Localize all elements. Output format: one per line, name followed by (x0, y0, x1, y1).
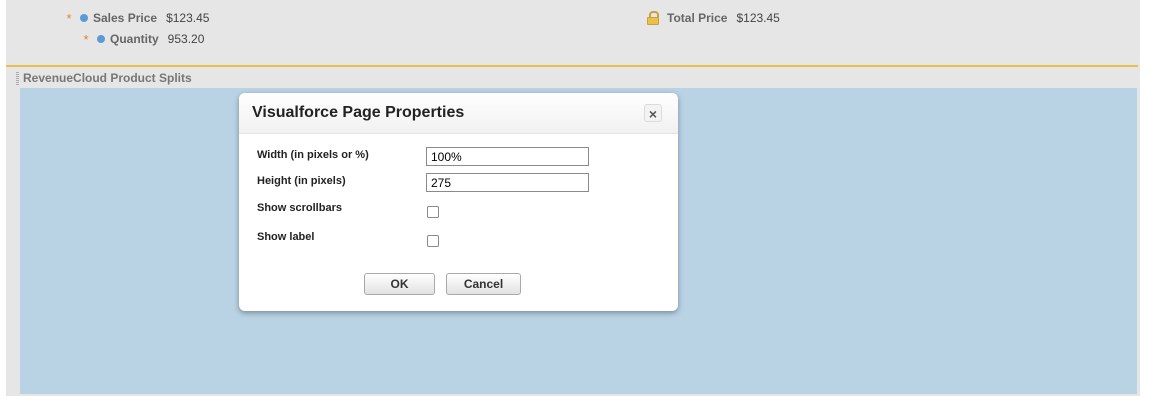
dialog-header[interactable]: Visualforce Page Properties × (239, 93, 678, 134)
close-icon[interactable]: × (644, 104, 662, 122)
field-value: $123.45 (736, 11, 780, 25)
drag-handle-icon[interactable] (16, 71, 19, 85)
field-value: 953.20 (167, 32, 205, 46)
width-label: Width (in pixels or %) (257, 149, 369, 161)
field-dot-icon (97, 35, 105, 43)
field-quantity[interactable]: * Quantity 953.20 (79, 30, 204, 48)
section-divider (6, 65, 1138, 67)
show-label-label: Show label (257, 231, 315, 243)
show-scrollbars-checkbox[interactable] (427, 206, 439, 218)
height-label: Height (in pixels) (257, 175, 346, 187)
lock-icon (646, 11, 660, 25)
field-label: Total Price (667, 11, 728, 25)
field-value: $123.45 (166, 11, 210, 25)
width-input[interactable] (426, 147, 589, 166)
page-layout-editor: * Sales Price $123.45 * Quantity 953.20 … (0, 0, 1154, 407)
ok-button[interactable]: OK (364, 273, 435, 295)
required-asterisk-icon: * (66, 10, 72, 26)
cancel-button[interactable]: Cancel (446, 273, 521, 295)
field-dot-icon (80, 14, 88, 22)
field-label: Quantity (110, 32, 159, 46)
field-total-price[interactable]: Total Price $123.45 (646, 9, 780, 27)
show-label-checkbox[interactable] (427, 235, 439, 247)
required-asterisk-icon: * (83, 31, 89, 47)
show-scrollbars-label: Show scrollbars (257, 202, 342, 214)
field-sales-price[interactable]: * Sales Price $123.45 (62, 9, 209, 27)
section-title: RevenueCloud Product Splits (23, 71, 192, 85)
height-input[interactable] (426, 173, 589, 192)
dialog-title: Visualforce Page Properties (252, 104, 465, 121)
section-header[interactable]: RevenueCloud Product Splits (16, 70, 192, 86)
field-label: Sales Price (93, 11, 158, 25)
visualforce-properties-dialog: Visualforce Page Properties × Width (in … (239, 93, 678, 311)
